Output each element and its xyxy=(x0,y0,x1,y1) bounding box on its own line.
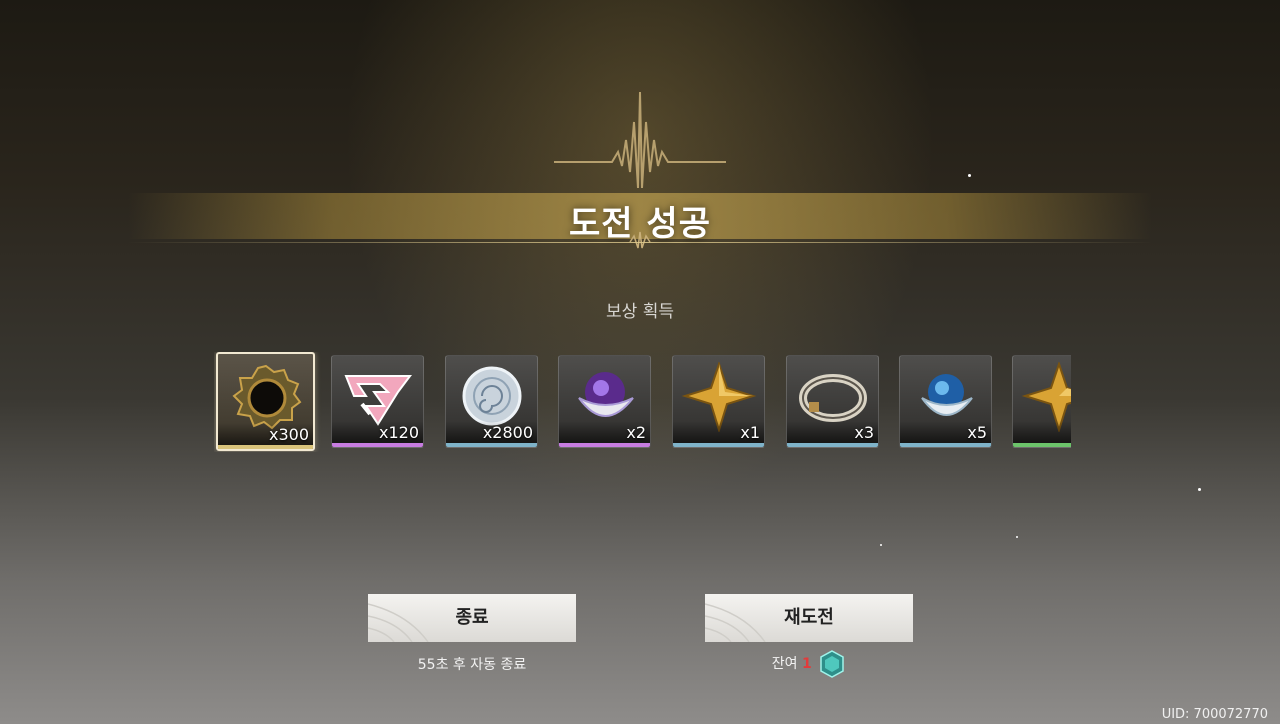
reward-quantity: x2 xyxy=(626,423,646,442)
reward-item[interactable]: x3 xyxy=(786,355,879,448)
reward-item[interactable]: x120 xyxy=(331,355,424,448)
retry-button[interactable]: 재도전 xyxy=(705,594,913,642)
reward-quantity: x1 xyxy=(740,423,760,442)
user-id: UID: 700072770 xyxy=(1161,707,1268,722)
rarity-bar xyxy=(900,443,991,447)
exit-button-label: 종료 xyxy=(455,607,489,628)
remaining-label: 잔여 xyxy=(771,656,798,672)
remaining-attempts: 잔여 1 xyxy=(705,650,913,678)
rarity-bar xyxy=(446,443,537,447)
rarity-bar xyxy=(218,445,313,449)
reward-quantity: x2800 xyxy=(482,423,533,442)
reward-item[interactable]: x2800 xyxy=(445,355,538,448)
reward-item[interactable]: x5 xyxy=(899,355,992,448)
sparkle-decoration xyxy=(968,174,971,177)
rarity-bar xyxy=(1013,443,1071,447)
page-title: 도전 성공 xyxy=(569,204,711,244)
reward-item[interactable] xyxy=(1012,355,1071,448)
remaining-count: 1 xyxy=(802,656,812,672)
dark-ring-icon xyxy=(232,364,302,430)
sparkle-decoration xyxy=(1016,536,1018,538)
reward-list[interactable]: x300 x120 x2800 x2 x1 x3 x5 xyxy=(214,352,1071,452)
reward-item[interactable]: x300 xyxy=(216,352,315,451)
reward-quantity: x300 xyxy=(268,425,309,444)
sparkle-decoration xyxy=(1198,488,1201,491)
reward-item[interactable]: x2 xyxy=(558,355,651,448)
retry-button-label: 재도전 xyxy=(784,607,834,628)
teal-gem-icon xyxy=(820,650,844,678)
exit-button[interactable]: 종료 xyxy=(368,594,576,642)
reward-quantity: x3 xyxy=(854,423,874,442)
reward-quantity: x120 xyxy=(378,423,419,442)
rarity-bar xyxy=(787,443,878,447)
reward-quantity: x5 xyxy=(967,423,987,442)
reward-item[interactable]: x1 xyxy=(672,355,765,448)
rewards-subtitle: 보상 획득 xyxy=(606,302,674,322)
sparkle-decoration xyxy=(880,544,882,546)
quantity-shade xyxy=(1013,421,1071,443)
rarity-bar xyxy=(559,443,650,447)
result-screen: 도전 성공 보상 획득 x300 x120 x2800 x2 x1 x3 x5 … xyxy=(0,0,1280,724)
auto-exit-countdown: 55초 후 자동 종료 xyxy=(417,657,527,673)
rarity-bar xyxy=(673,443,764,447)
rarity-bar xyxy=(332,443,423,447)
